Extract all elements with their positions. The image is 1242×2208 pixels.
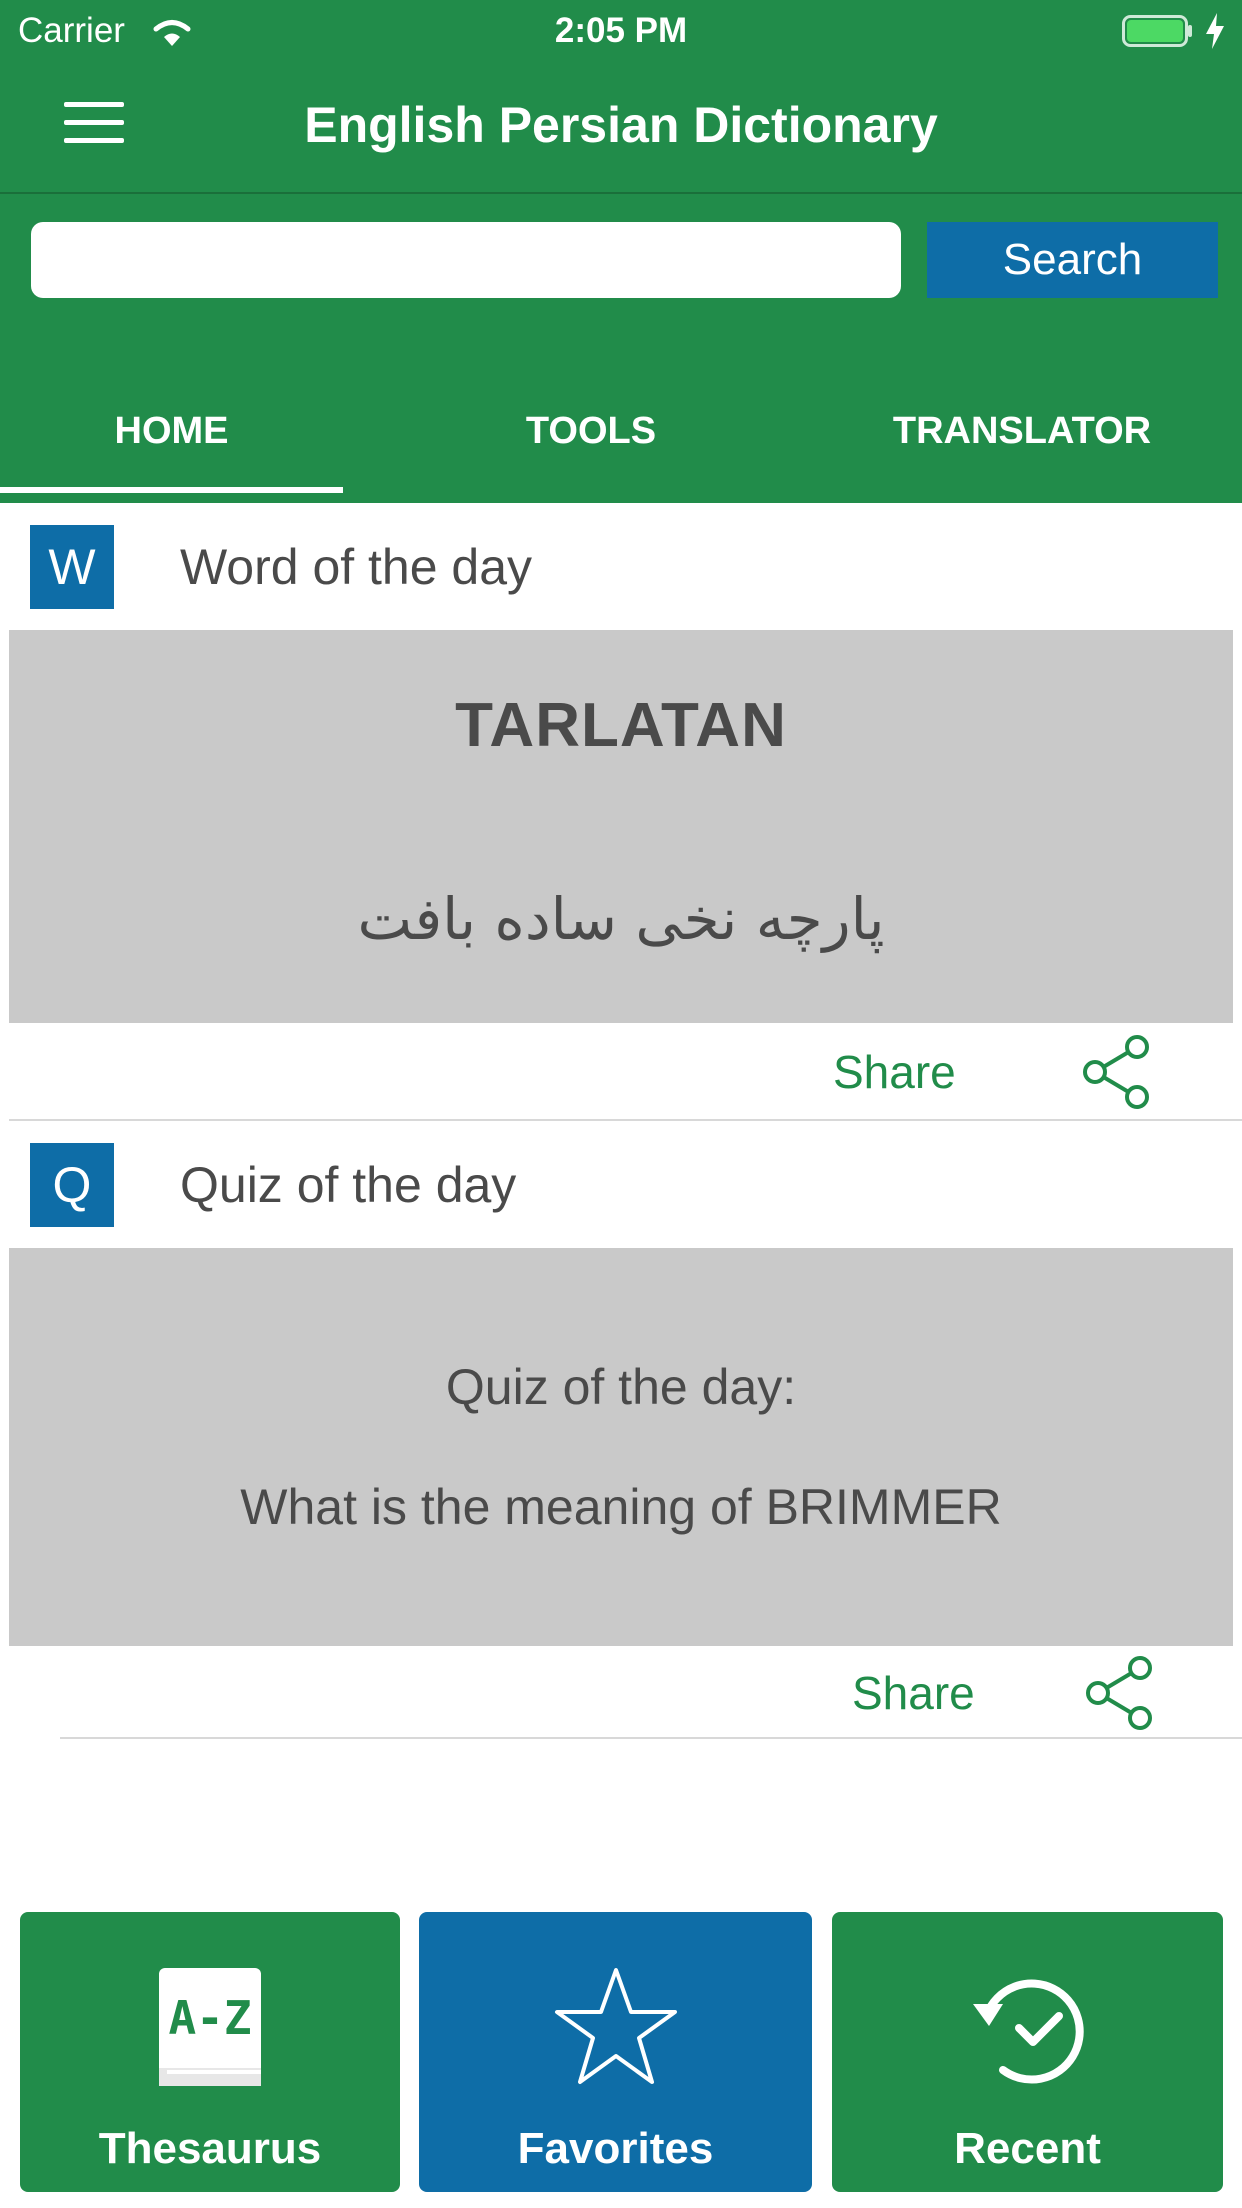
recent-button[interactable]: Recent	[832, 1912, 1223, 2192]
quiz-question: What is the meaning of BRIMMER	[240, 1479, 1002, 1535]
word-share-button[interactable]: Share	[833, 1045, 956, 1099]
favorites-button[interactable]: Favorites	[419, 1912, 812, 2192]
status-bar: Carrier 2:05 PM	[0, 0, 1242, 62]
divider	[60, 1737, 1242, 1739]
star-icon	[554, 1968, 677, 2084]
app-title: English Persian Dictionary	[304, 97, 938, 153]
word-of-day-title: Word of the day	[180, 539, 533, 595]
word-badge: W	[30, 525, 114, 609]
word-of-day-card: TARLATAN پارچه نخی ساده بافت	[9, 630, 1233, 1023]
top-bar: Carrier 2:05 PM English Persian Dictiona…	[0, 0, 1242, 503]
battery-icon	[1122, 15, 1192, 47]
quiz-of-day-card[interactable]: Quiz of the day: What is the meaning of …	[9, 1248, 1233, 1646]
app-screen: Carrier 2:05 PM English Persian Dictiona…	[0, 0, 1242, 2208]
search-input[interactable]	[31, 222, 901, 298]
tab-translator[interactable]: TRANSLATOR	[850, 410, 1194, 453]
tab-bar: HOME TOOLS TRANSLATOR	[0, 380, 1242, 503]
tab-tools[interactable]: TOOLS	[426, 410, 756, 453]
tab-selected-indicator	[0, 487, 343, 493]
search-button[interactable]: Search	[927, 222, 1218, 298]
charging-bolt-icon	[1206, 13, 1224, 49]
status-time: 2:05 PM	[554, 11, 688, 50]
quiz-heading: Quiz of the day:	[445, 1359, 797, 1415]
svg-text:A-Z: A-Z	[168, 1991, 251, 2045]
book-a-z-icon: A-Z	[159, 1968, 261, 2086]
nav-bar: English Persian Dictionary	[0, 62, 1242, 194]
tab-home[interactable]: HOME	[0, 410, 343, 453]
share-icon[interactable]	[1082, 1035, 1152, 1109]
quiz-share-button[interactable]: Share	[852, 1666, 975, 1720]
history-clock-icon	[972, 1979, 1084, 2084]
share-icon[interactable]	[1085, 1656, 1155, 1730]
quiz-of-day-title: Quiz of the day	[180, 1157, 517, 1213]
divider	[9, 1119, 1242, 1121]
recent-label: Recent	[954, 2124, 1101, 2173]
thesaurus-label: Thesaurus	[98, 2124, 322, 2173]
thesaurus-button[interactable]: A-Z Thesaurus	[20, 1912, 400, 2192]
favorites-label: Favorites	[517, 2124, 714, 2173]
quiz-badge: Q	[30, 1143, 114, 1227]
word-of-day-word: TARLATAN	[455, 691, 787, 760]
word-of-day-translation: پارچه نخی ساده بافت	[357, 885, 885, 953]
